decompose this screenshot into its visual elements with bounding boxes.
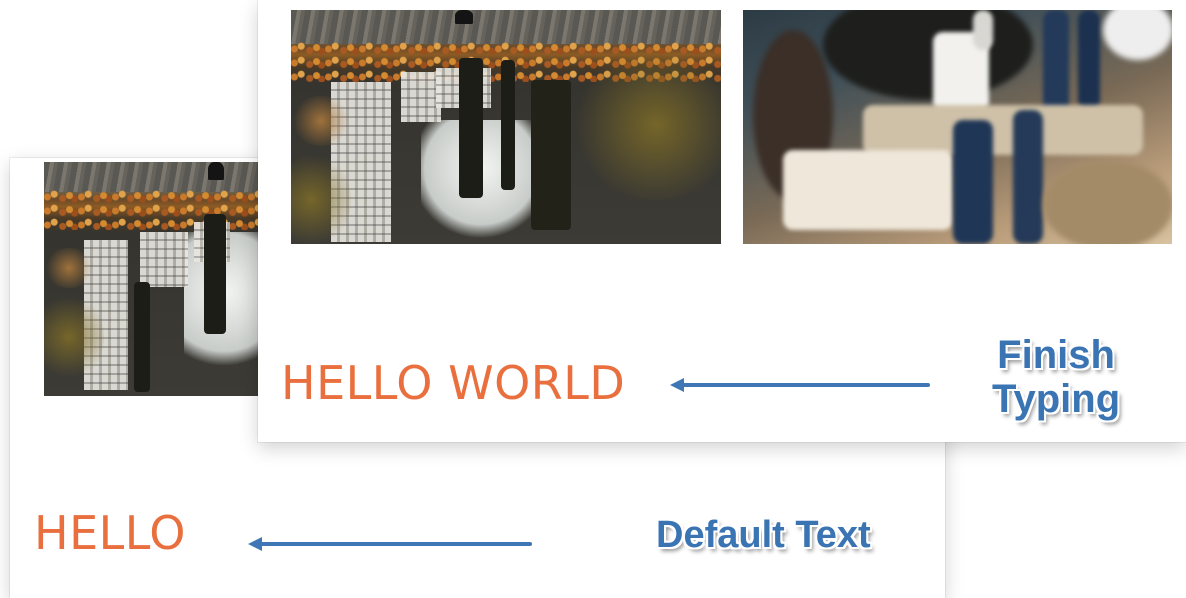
blurry-desk-photo: [743, 10, 1172, 244]
left-arrow-icon: [670, 378, 930, 392]
finished-text-panel: HELLO WORLD Finish Typing: [258, 0, 1186, 442]
puddle-reflection-photo: [44, 162, 258, 396]
puddle-reflection-photo: [291, 10, 721, 244]
finish-typing-callout: Finish Typing: [992, 333, 1120, 421]
default-text-callout: Default Text: [656, 514, 871, 556]
left-arrow-icon: [248, 537, 532, 551]
default-text: HELLO: [34, 506, 186, 560]
callout-line-1: Finish: [997, 333, 1115, 377]
finished-text: HELLO WORLD: [281, 356, 626, 410]
callout-line-2: Typing: [992, 377, 1121, 421]
